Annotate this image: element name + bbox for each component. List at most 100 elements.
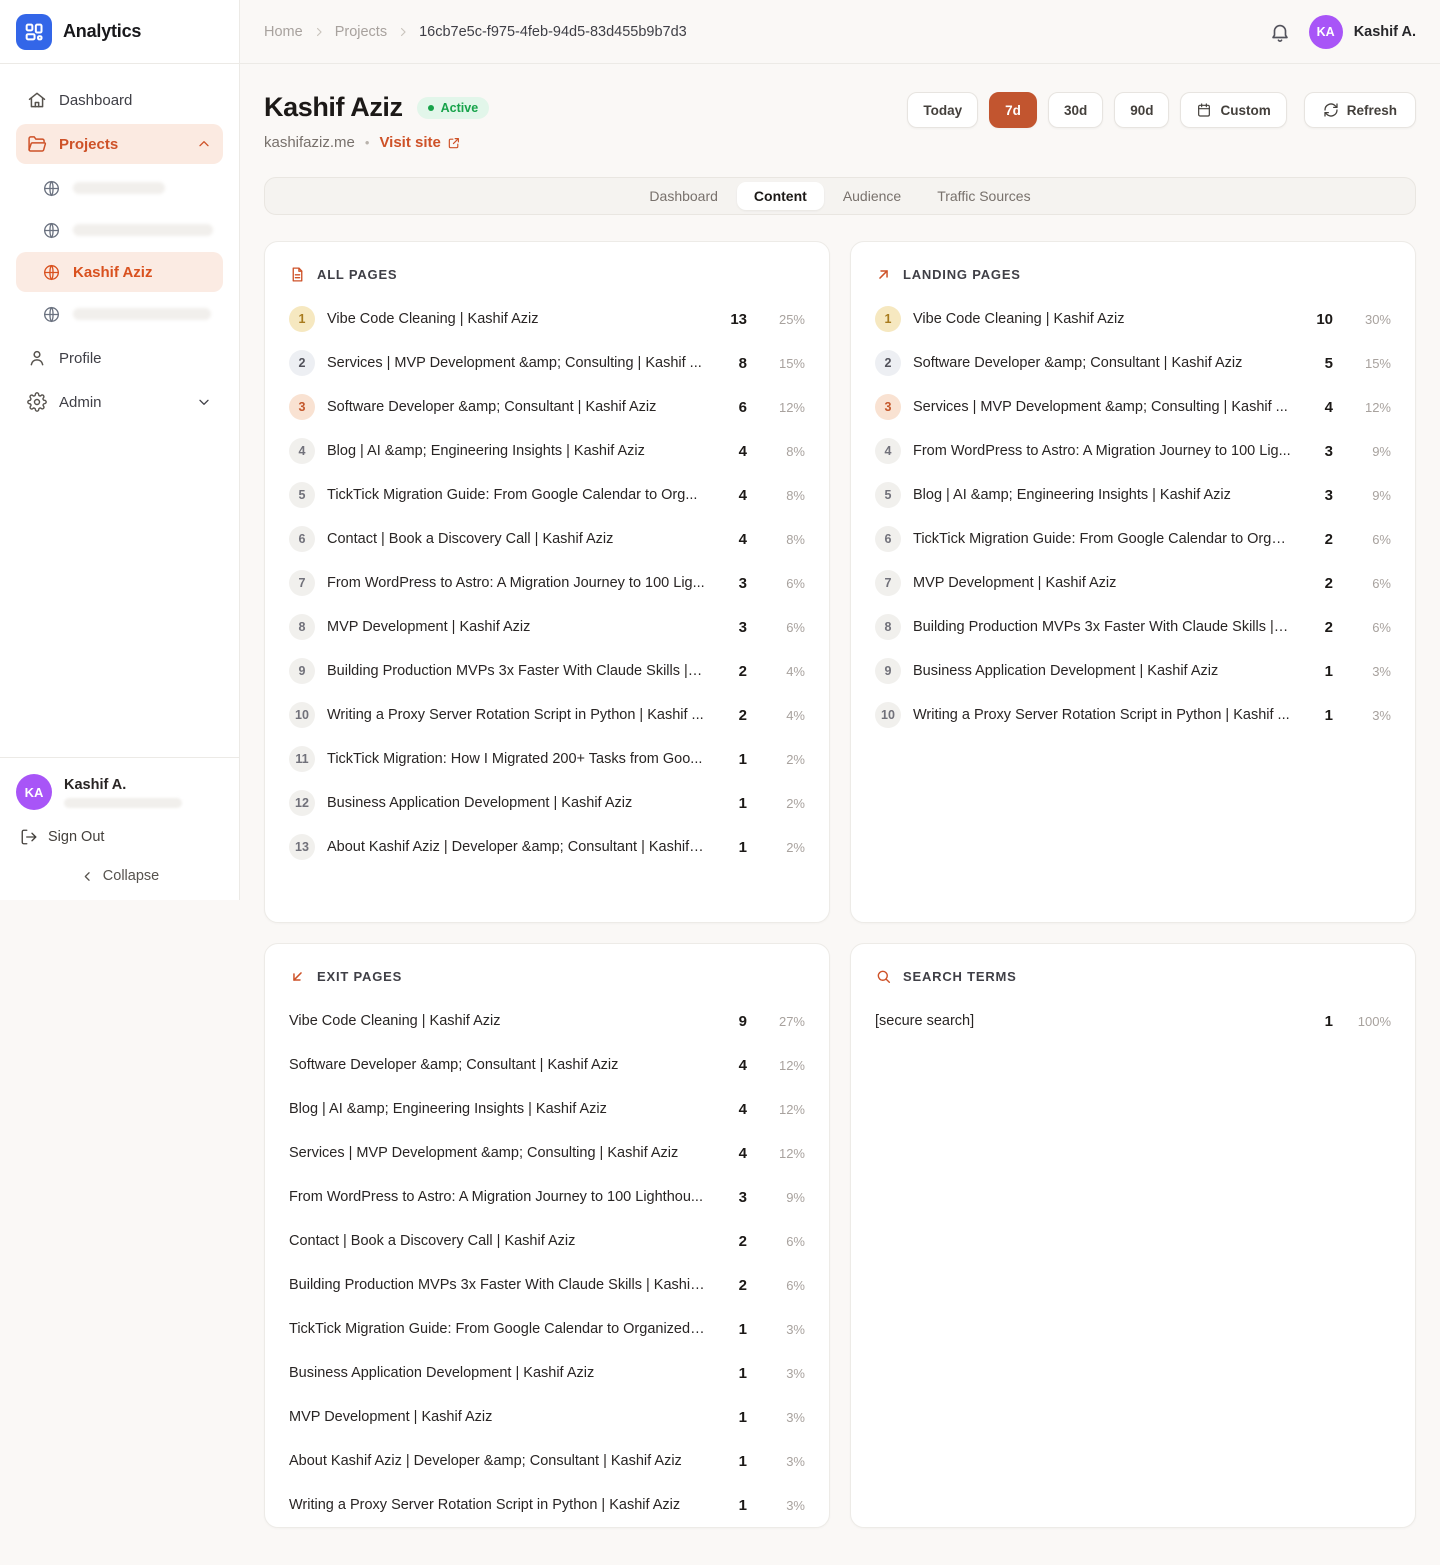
sidebar-project-item[interactable]: Kashif Aziz bbox=[16, 252, 223, 292]
list-item[interactable]: 1Vibe Code Cleaning | Kashif Aziz1030% bbox=[875, 297, 1391, 341]
range-button-today[interactable]: Today bbox=[907, 92, 978, 128]
range-button-30d[interactable]: 30d bbox=[1048, 92, 1103, 128]
list-item[interactable]: 8MVP Development | Kashif Aziz36% bbox=[289, 605, 805, 649]
list-item[interactable]: Business Application Development | Kashi… bbox=[289, 1351, 805, 1395]
range-button-7d[interactable]: 7d bbox=[989, 92, 1037, 128]
tab-audience[interactable]: Audience bbox=[826, 182, 918, 210]
breadcrumb-item: 16cb7e5c-f975-4feb-94d5-83d455b9b7d3 bbox=[419, 24, 687, 40]
page-title-text: MVP Development | Kashif Aziz bbox=[327, 619, 705, 635]
list-item[interactable]: 4From WordPress to Astro: A Migration Jo… bbox=[875, 429, 1391, 473]
list-item[interactable]: Services | MVP Development &amp; Consult… bbox=[289, 1131, 805, 1175]
calendar-icon bbox=[1196, 102, 1212, 118]
breadcrumb-item[interactable]: Projects bbox=[335, 24, 387, 40]
list-item[interactable]: 5TickTick Migration Guide: From Google C… bbox=[289, 473, 805, 517]
sidebar-item-projects[interactable]: Projects bbox=[16, 124, 223, 164]
sidebar-project-item[interactable] bbox=[16, 210, 223, 250]
sign-out-button[interactable]: Sign Out bbox=[16, 826, 223, 848]
dot-separator: • bbox=[365, 135, 370, 150]
list-item[interactable]: 9Business Application Development | Kash… bbox=[875, 649, 1391, 693]
breadcrumb: Home Projects 16cb7e5c-f975-4feb-94d5-83d4… bbox=[264, 24, 687, 40]
rank-badge: 2 bbox=[289, 350, 315, 376]
sidebar-item-admin[interactable]: Admin bbox=[16, 382, 223, 422]
sidebar-item-dashboard[interactable]: Dashboard bbox=[16, 80, 223, 120]
list-item[interactable]: 2Services | MVP Development &amp; Consul… bbox=[289, 341, 805, 385]
chevron-down-icon bbox=[196, 394, 212, 410]
count-value: 4 bbox=[717, 531, 747, 548]
list-item[interactable]: 9Building Production MVPs 3x Faster With… bbox=[289, 649, 805, 693]
list-item[interactable]: Software Developer &amp; Consultant | Ka… bbox=[289, 1043, 805, 1087]
list-item[interactable]: 12Business Application Development | Kas… bbox=[289, 781, 805, 825]
list-item[interactable]: Blog | AI &amp; Engineering Insights | K… bbox=[289, 1087, 805, 1131]
list-item[interactable]: [secure search]1100% bbox=[875, 999, 1391, 1043]
list-item[interactable]: 10Writing a Proxy Server Rotation Script… bbox=[289, 693, 805, 737]
topbar-user-menu[interactable]: KA Kashif A. bbox=[1309, 15, 1416, 49]
app-title: Analytics bbox=[63, 21, 141, 42]
list-item[interactable]: 13About Kashif Aziz | Developer &amp; Co… bbox=[289, 825, 805, 869]
list-item[interactable]: 5Blog | AI &amp; Engineering Insights | … bbox=[875, 473, 1391, 517]
list-item[interactable]: 8Building Production MVPs 3x Faster With… bbox=[875, 605, 1391, 649]
list-item[interactable]: Building Production MVPs 3x Faster With … bbox=[289, 1263, 805, 1307]
page-title-text: Vibe Code Cleaning | Kashif Aziz bbox=[327, 311, 705, 327]
refresh-icon bbox=[1323, 102, 1339, 118]
custom-range-button[interactable]: Custom bbox=[1180, 92, 1286, 128]
list-item[interactable]: Contact | Book a Discovery Call | Kashif… bbox=[289, 1219, 805, 1263]
sidebar-item-profile[interactable]: Profile bbox=[16, 338, 223, 378]
percent-value: 6% bbox=[759, 620, 805, 635]
tab-traffic-sources[interactable]: Traffic Sources bbox=[920, 182, 1047, 210]
rank-badge: 8 bbox=[289, 614, 315, 640]
percent-value: 9% bbox=[1345, 444, 1391, 459]
sidebar-project-item[interactable] bbox=[16, 294, 223, 334]
notifications-bell-icon[interactable] bbox=[1267, 19, 1293, 45]
tab-dashboard[interactable]: Dashboard bbox=[632, 182, 735, 210]
count-value: 3 bbox=[1303, 487, 1333, 504]
list-item[interactable]: 2Software Developer &amp; Consultant | K… bbox=[875, 341, 1391, 385]
list-item[interactable]: 7From WordPress to Astro: A Migration Jo… bbox=[289, 561, 805, 605]
list-item[interactable]: 7MVP Development | Kashif Aziz26% bbox=[875, 561, 1391, 605]
list-item[interactable]: MVP Development | Kashif Aziz13% bbox=[289, 1395, 805, 1439]
page-title-text: Vibe Code Cleaning | Kashif Aziz bbox=[913, 311, 1291, 327]
refresh-button[interactable]: Refresh bbox=[1304, 92, 1416, 128]
percent-value: 6% bbox=[759, 576, 805, 591]
list-item[interactable]: 3Services | MVP Development &amp; Consul… bbox=[875, 385, 1391, 429]
range-button-90d[interactable]: 90d bbox=[1114, 92, 1169, 128]
site-domain: kashifaziz.me bbox=[264, 134, 355, 151]
percent-value: 3% bbox=[759, 1498, 805, 1513]
percent-value: 8% bbox=[759, 532, 805, 547]
list-item[interactable]: About Kashif Aziz | Developer &amp; Cons… bbox=[289, 1439, 805, 1483]
globe-icon bbox=[42, 305, 61, 324]
tab-content[interactable]: Content bbox=[737, 182, 824, 210]
collapse-button[interactable]: Collapse bbox=[16, 868, 223, 884]
page-title-text: Blog | AI &amp; Engineering Insights | K… bbox=[289, 1101, 705, 1117]
list-item[interactable]: 10Writing a Proxy Server Rotation Script… bbox=[875, 693, 1391, 737]
sidebar-project-item[interactable] bbox=[16, 168, 223, 208]
rank-badge: 7 bbox=[289, 570, 315, 596]
list-item[interactable]: Writing a Proxy Server Rotation Script i… bbox=[289, 1483, 805, 1527]
count-value: 1 bbox=[717, 751, 747, 768]
list-item[interactable]: From WordPress to Astro: A Migration Jou… bbox=[289, 1175, 805, 1219]
sidebar-project-list: Kashif Aziz bbox=[16, 168, 223, 334]
count-value: 1 bbox=[1303, 707, 1333, 724]
list-item[interactable]: 1Vibe Code Cleaning | Kashif Aziz1325% bbox=[289, 297, 805, 341]
list-item[interactable]: Vibe Code Cleaning | Kashif Aziz927% bbox=[289, 999, 805, 1043]
list-item[interactable]: 6Contact | Book a Discovery Call | Kashi… bbox=[289, 517, 805, 561]
list-item[interactable]: 4Blog | AI &amp; Engineering Insights | … bbox=[289, 429, 805, 473]
redacted-project-name bbox=[73, 182, 165, 194]
page-title-text: Services | MVP Development &amp; Consult… bbox=[289, 1145, 705, 1161]
list-item[interactable]: 6TickTick Migration Guide: From Google C… bbox=[875, 517, 1391, 561]
percent-value: 3% bbox=[759, 1322, 805, 1337]
visit-site-link[interactable]: Visit site bbox=[379, 134, 460, 151]
rank-badge: 3 bbox=[875, 394, 901, 420]
list-item[interactable]: 11TickTick Migration: How I Migrated 200… bbox=[289, 737, 805, 781]
chevron-up-icon bbox=[196, 136, 212, 152]
percent-value: 12% bbox=[759, 400, 805, 415]
percent-value: 4% bbox=[759, 708, 805, 723]
count-value: 1 bbox=[1303, 1013, 1333, 1030]
rank-badge: 5 bbox=[289, 482, 315, 508]
list-item[interactable]: 3Software Developer &amp; Consultant | K… bbox=[289, 385, 805, 429]
sidebar: Analytics Dashboard Projects Kashif Aziz bbox=[0, 0, 240, 900]
count-value: 2 bbox=[717, 1233, 747, 1250]
breadcrumb-item[interactable]: Home bbox=[264, 24, 303, 40]
percent-value: 9% bbox=[1345, 488, 1391, 503]
rank-badge: 4 bbox=[875, 438, 901, 464]
list-item[interactable]: TickTick Migration Guide: From Google Ca… bbox=[289, 1307, 805, 1351]
